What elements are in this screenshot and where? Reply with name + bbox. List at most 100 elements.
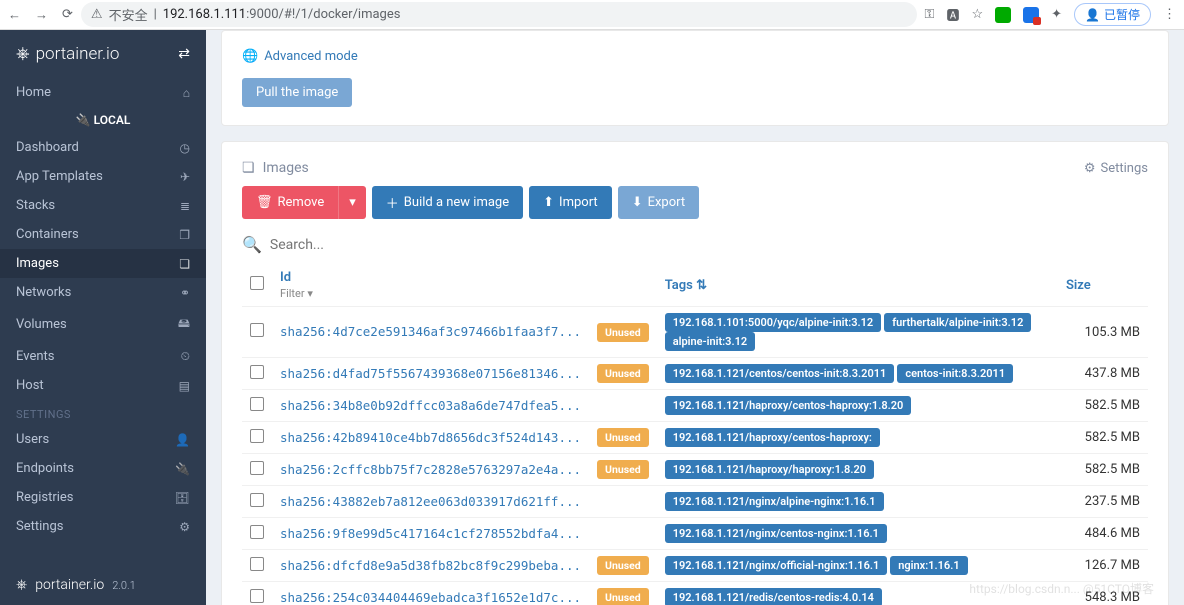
chevron-down-icon: ▾ xyxy=(349,195,356,210)
pull-panel: 🌐 Advanced mode Pull the image xyxy=(221,30,1169,126)
tag[interactable]: furthertalk/alpine-init:3.12 xyxy=(884,313,1031,332)
extension-icon[interactable] xyxy=(1023,7,1039,23)
sidebar-toggle-icon[interactable]: ⇄ xyxy=(178,46,190,62)
row-checkbox[interactable] xyxy=(250,397,264,411)
row-checkbox[interactable] xyxy=(250,365,264,379)
sidebar-item-app-templates[interactable]: App Templates✈ xyxy=(0,162,206,191)
key-icon[interactable]: ⚿ xyxy=(925,7,935,22)
endpoint-local: 🔌 LOCAL xyxy=(0,107,206,133)
image-id-link[interactable]: sha256:42b89410ce4bb7d8656dc3f524d143... xyxy=(280,430,581,445)
tag[interactable]: 192.168.1.121/nginx/official-nginx:1.16.… xyxy=(665,556,888,575)
row-checkbox[interactable] xyxy=(250,429,264,443)
table-row: sha256:dfcfd8e9a5d38fb82bc8f9c299beba...… xyxy=(242,550,1148,582)
build-button[interactable]: ＋Build a new image xyxy=(372,186,523,219)
address-bar[interactable]: ⚠ 不安全 | 192.168.1.111:9000/#!/1/docker/i… xyxy=(81,2,917,27)
list-icon: ≣ xyxy=(180,199,190,213)
search-input[interactable] xyxy=(270,237,1148,253)
tag[interactable]: nginx:1.16.1 xyxy=(890,556,967,575)
sidebar-item-settings[interactable]: Settings⚙ xyxy=(0,512,206,541)
image-id-link[interactable]: sha256:9f8e99d5c417164c1cf278552bdfa4... xyxy=(280,526,581,541)
evernote-icon[interactable] xyxy=(995,7,1011,23)
clone-icon: ❏ xyxy=(179,257,190,271)
tag[interactable]: 192.168.1.121/haproxy/centos-haproxy:1.8… xyxy=(665,396,912,415)
sidebar-item-networks[interactable]: Networks⚭ xyxy=(0,278,206,307)
sidebar-item-volumes[interactable]: Volumes🖴 xyxy=(0,307,206,342)
extensions-icon[interactable]: ✦ xyxy=(1051,7,1062,22)
globe-icon: 🌐 xyxy=(242,49,258,64)
col-size[interactable]: Size xyxy=(1058,264,1148,307)
tag[interactable]: alpine-init:3.12 xyxy=(665,332,755,351)
settings-header: SETTINGS xyxy=(0,400,206,425)
select-all-checkbox[interactable] xyxy=(250,276,264,290)
row-checkbox[interactable] xyxy=(250,589,264,603)
profile-paused[interactable]: 👤已暂停 xyxy=(1074,3,1151,26)
home-icon: ⌂ xyxy=(183,86,190,100)
pull-image-button[interactable]: Pull the image xyxy=(242,78,352,107)
translate-icon[interactable]: 🅰 xyxy=(946,5,959,24)
row-checkbox[interactable] xyxy=(250,461,264,475)
export-button[interactable]: ⬇Export xyxy=(618,186,699,219)
sidebar-item-registries[interactable]: Registries🗄 xyxy=(0,483,206,512)
size-cell: 582.5 MB xyxy=(1058,454,1148,486)
sitemap-icon: ⚭ xyxy=(180,286,190,300)
col-id[interactable]: Id Filter ▾ xyxy=(272,264,589,307)
tag[interactable]: 192.168.1.101:5000/yqc/alpine-init:3.12 xyxy=(665,313,882,332)
table-row: sha256:4d7ce2e591346af3c97466b1faa3f7...… xyxy=(242,307,1148,358)
tag[interactable]: 192.168.1.121/redis/centos-redis:4.0.14 xyxy=(665,588,882,605)
image-id-link[interactable]: sha256:2cffc8bb75f7c2828e5763297a2e4a... xyxy=(280,462,581,477)
table-row: sha256:2cffc8bb75f7c2828e5763297a2e4a...… xyxy=(242,454,1148,486)
tag[interactable]: centos-init:8.3.2011 xyxy=(897,364,1013,383)
tag[interactable]: 192.168.1.121/haproxy/centos-haproxy: xyxy=(665,428,880,447)
sidebar: ⎈portainer.io ⇄ Home⌂ 🔌 LOCAL Dashboard◷… xyxy=(0,30,206,605)
user-icon: 👤 xyxy=(1085,8,1100,22)
image-id-link[interactable]: sha256:34b8e0b92dffcc03a8a6de747dfea5... xyxy=(280,398,581,413)
sidebar-item-dashboard[interactable]: Dashboard◷ xyxy=(0,133,206,162)
sidebar-item-events[interactable]: Events⏲ xyxy=(0,342,206,371)
upload-icon: ⬆ xyxy=(543,195,554,210)
table-settings-link[interactable]: ⚙ Settings xyxy=(1084,161,1148,176)
sidebar-item-images[interactable]: Images❏ xyxy=(0,249,206,278)
sidebar-item-endpoints[interactable]: Endpoints🔌 xyxy=(0,454,206,483)
star-icon[interactable]: ☆ xyxy=(971,7,983,22)
tag[interactable]: 192.168.1.121/nginx/alpine-nginx:1.16.1 xyxy=(665,492,884,511)
cogs-icon: ⚙ xyxy=(179,520,190,534)
tag[interactable]: 192.168.1.121/centos/centos-init:8.3.201… xyxy=(665,364,895,383)
remove-caret-button[interactable]: ▾ xyxy=(338,186,366,219)
import-button[interactable]: ⬆Import xyxy=(529,186,612,219)
sort-icon: ⇅ xyxy=(696,278,707,293)
row-checkbox[interactable] xyxy=(250,323,264,337)
menu-icon[interactable]: ⋮ xyxy=(1163,7,1176,22)
remove-button[interactable]: 🗑Remove xyxy=(242,186,338,219)
sidebar-item-home[interactable]: Home⌂ xyxy=(0,78,206,107)
row-checkbox[interactable] xyxy=(250,557,264,571)
sidebar-item-containers[interactable]: Containers❐ xyxy=(0,220,206,249)
plus-icon: ＋ xyxy=(386,193,399,212)
row-checkbox[interactable] xyxy=(250,525,264,539)
sidebar-item-stacks[interactable]: Stacks≣ xyxy=(0,191,206,220)
image-id-link[interactable]: sha256:d4fad75f5567439368e07156e81346... xyxy=(280,366,581,381)
table-row: sha256:34b8e0b92dffcc03a8a6de747dfea5...… xyxy=(242,390,1148,422)
download-icon: ⬇ xyxy=(632,195,643,210)
main: 🌐 Advanced mode Pull the image ❏ Images … xyxy=(206,30,1184,605)
row-checkbox[interactable] xyxy=(250,493,264,507)
image-id-link[interactable]: sha256:254c034404469ebadca3f1652e1d7c... xyxy=(280,590,581,605)
plug-icon: 🔌 xyxy=(175,462,190,476)
images-table: Id Filter ▾ Tags ⇅ Size sha256:4d7ce2e59… xyxy=(242,264,1148,605)
filter-icon[interactable]: ▾ xyxy=(307,287,313,300)
insecure-icon: ⚠ xyxy=(91,7,103,22)
image-id-link[interactable]: sha256:43882eb7a812ee063d033917d621ff... xyxy=(280,494,581,509)
tag[interactable]: 192.168.1.121/nginx/centos-nginx:1.16.1 xyxy=(665,524,887,543)
forward-icon[interactable]: → xyxy=(35,7,48,23)
sidebar-item-host[interactable]: Host▤ xyxy=(0,371,206,400)
advanced-mode-link[interactable]: 🌐 Advanced mode xyxy=(242,49,1148,64)
image-id-link[interactable]: sha256:4d7ce2e591346af3c97466b1faa3f7... xyxy=(280,324,581,339)
sidebar-item-users[interactable]: Users👤 xyxy=(0,425,206,454)
col-tags[interactable]: Tags ⇅ xyxy=(657,264,1058,307)
back-icon[interactable]: ← xyxy=(8,7,21,23)
reload-icon[interactable]: ⟳ xyxy=(62,7,73,22)
tag[interactable]: 192.168.1.121/haproxy/haproxy:1.8.20 xyxy=(665,460,874,479)
url: 192.168.1.111:9000/#!/1/docker/images xyxy=(163,7,401,22)
image-id-link[interactable]: sha256:dfcfd8e9a5d38fb82bc8f9c299beba... xyxy=(280,558,581,573)
version: 2.0.1 xyxy=(112,579,136,592)
logo-icon: ⎈ xyxy=(16,44,30,64)
